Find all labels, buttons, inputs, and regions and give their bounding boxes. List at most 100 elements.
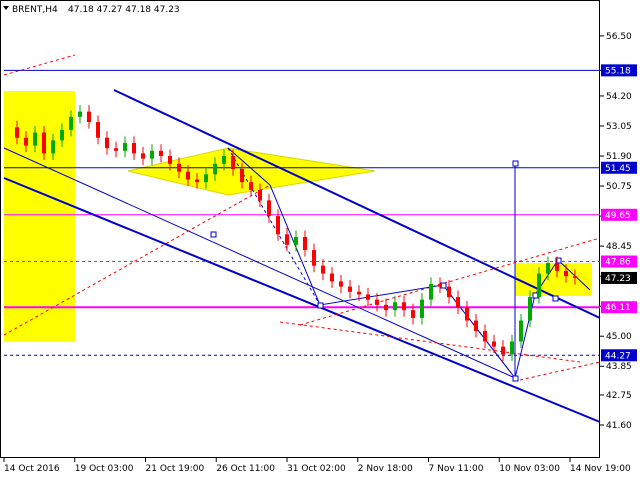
candle-body <box>339 281 343 287</box>
candle-body <box>564 270 568 277</box>
candle-body <box>87 111 91 123</box>
wave-point-8 <box>552 295 559 302</box>
time-tick-label: 10 Nov 03:00 <box>499 464 560 474</box>
price-tag-label: 47.86 <box>605 258 631 268</box>
price-tick-label: 56.50 <box>606 32 632 42</box>
candle-body <box>573 276 577 278</box>
price-tick-label: 48.45 <box>606 242 632 252</box>
candle-body <box>51 140 55 154</box>
candle-body <box>123 142 127 151</box>
chart-background <box>0 0 640 480</box>
candle-body <box>231 156 235 170</box>
candle-body <box>96 122 100 138</box>
candle-body <box>114 148 118 151</box>
candle-body <box>24 137 28 146</box>
candle-body <box>492 341 496 347</box>
time-tick-label: 31 Oct 02:00 <box>287 464 346 474</box>
candle-body <box>177 163 181 172</box>
time-tick-label: 14 Nov 19:00 <box>570 464 631 474</box>
time-tick-label: 2 Nov 18:00 <box>358 464 413 474</box>
candle-body <box>213 163 217 175</box>
candle-body <box>357 291 361 295</box>
candle-body <box>150 150 154 159</box>
candle-body <box>420 299 424 318</box>
price-tag-label: 46.11 <box>605 303 631 313</box>
candle-body <box>159 150 163 157</box>
candle-body <box>429 283 433 300</box>
time-tick-label: 7 Nov 11:00 <box>429 464 484 474</box>
price-tag-label: 55.18 <box>605 66 631 76</box>
chart-header-ohlc: 47.18 47.27 47.18 47.23 <box>68 5 180 15</box>
price-tag-label: 44.27 <box>605 351 631 361</box>
price-tick-label: 51.90 <box>606 152 632 162</box>
candle-body <box>42 132 46 154</box>
candle-body <box>510 341 514 355</box>
candle-body <box>501 346 505 355</box>
candle-body <box>348 286 352 292</box>
candle-body <box>105 137 109 149</box>
candle-body <box>249 182 253 190</box>
candle-body <box>15 127 19 138</box>
candle-body <box>195 179 199 183</box>
candle-body <box>537 273 541 298</box>
candle-body <box>294 236 298 245</box>
time-tick-label: 19 Oct 03:00 <box>75 464 134 474</box>
candle-body <box>519 320 523 342</box>
candle-body <box>132 142 136 154</box>
candle-body <box>528 297 532 321</box>
price-tag-label: 49.65 <box>605 211 631 221</box>
candle-body <box>69 116 73 130</box>
wave-point-2 <box>317 302 324 309</box>
chart-header-symbol: BRENT,H4 <box>12 5 58 15</box>
candle-body <box>312 250 316 266</box>
candle-body <box>456 297 460 308</box>
candle-body <box>60 129 64 141</box>
candle-body <box>78 111 82 117</box>
candle-body <box>276 216 280 235</box>
candle-body <box>465 307 469 321</box>
price-tick-label: 43.85 <box>606 362 632 372</box>
candle-body <box>204 174 208 183</box>
candle-body <box>366 294 370 300</box>
time-tick-label: 14 Oct 2016 <box>4 464 60 474</box>
time-tick-label: 26 Oct 11:00 <box>216 464 275 474</box>
price-tick-label: 42.75 <box>606 391 632 401</box>
candle-body <box>474 320 478 331</box>
candle-body <box>546 263 550 274</box>
candle-body <box>402 302 406 311</box>
candle-body <box>285 234 289 245</box>
candle-body <box>411 310 415 318</box>
price-chart: 56.5055.1854.2053.0551.9050.7549.6048.45… <box>0 0 640 480</box>
candle-body <box>222 156 226 164</box>
candle-body <box>258 189 262 201</box>
price-tick-label: 41.60 <box>606 421 632 431</box>
candle-body <box>321 265 325 274</box>
candle-body <box>33 132 37 146</box>
price-tag-label: 51.45 <box>605 164 631 174</box>
wave-point-4 <box>512 160 519 167</box>
candle-body <box>267 200 271 217</box>
candle-body <box>384 304 388 311</box>
candle-body <box>483 330 487 342</box>
price-tick-label: 50.75 <box>606 182 632 192</box>
highlight-box-right <box>515 263 592 296</box>
price-tick-label: 53.05 <box>606 122 632 132</box>
wave-point-5 <box>512 375 519 382</box>
candle-body <box>141 153 145 159</box>
candle-body <box>555 263 559 271</box>
price-tag-label: 47.23 <box>605 274 631 284</box>
candle-body <box>330 273 334 282</box>
time-tick-label: 21 Oct 19:00 <box>146 464 205 474</box>
candle-body <box>447 286 451 298</box>
highlight-box-left <box>4 91 75 342</box>
candle-body <box>303 236 307 251</box>
price-tick-label: 54.20 <box>606 92 632 102</box>
candle-body <box>375 299 379 305</box>
candle-body <box>186 171 190 180</box>
candle-body <box>240 169 244 183</box>
candle-body <box>168 156 172 164</box>
price-tick-label: 45.00 <box>606 332 632 342</box>
candle-body <box>438 283 442 287</box>
candle-body <box>393 302 397 311</box>
wave-point-1 <box>210 231 217 238</box>
